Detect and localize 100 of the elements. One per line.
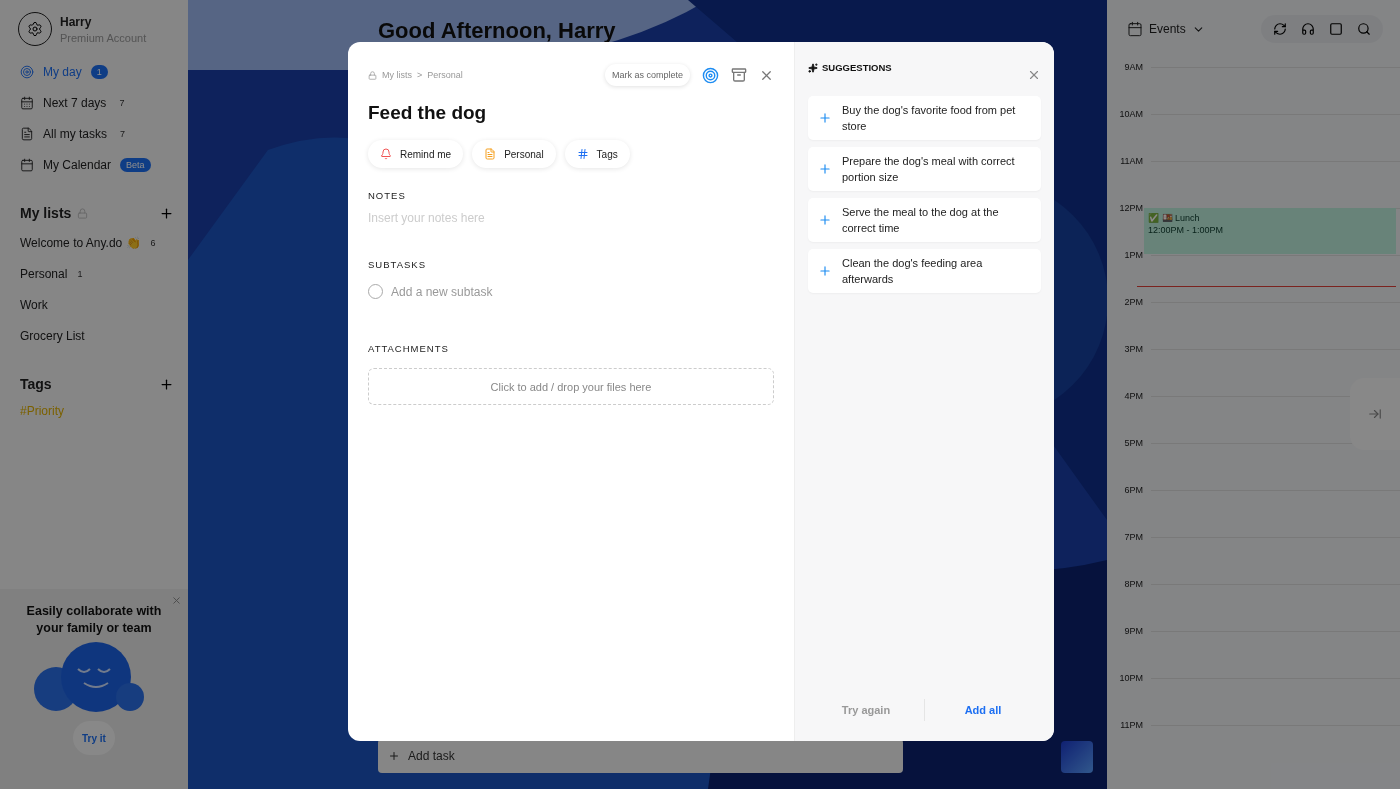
- hour-label: 10AM: [1118, 109, 1143, 119]
- list-item[interactable]: Welcome to Any.do 👏 6: [20, 233, 188, 253]
- hash-icon: [576, 148, 589, 160]
- arrow-right-icon: [1368, 407, 1382, 421]
- suggestion-card[interactable]: Prepare the dog's meal with correct portion size: [808, 147, 1041, 191]
- nav-label: All my tasks: [43, 127, 107, 141]
- item-count: 7: [119, 98, 125, 108]
- section-heading: NOTES: [368, 190, 407, 201]
- bell-icon: [380, 148, 392, 160]
- target-icon: [702, 66, 719, 84]
- calendar-icon: [20, 158, 34, 172]
- list-label: Grocery List: [20, 329, 85, 343]
- add-list-button[interactable]: [159, 205, 174, 221]
- event-time: 12:00PM - 1:00PM: [1148, 224, 1225, 236]
- suggestion-text: Buy the dog's favorite food from pet store: [842, 103, 1017, 134]
- breadcrumb-link[interactable]: Personal: [427, 70, 463, 80]
- archive-button[interactable]: [731, 67, 747, 83]
- try-again-button[interactable]: Try again: [808, 703, 924, 717]
- add-task-placeholder: Add task: [408, 749, 455, 763]
- chip-button[interactable]: Remind me: [368, 140, 464, 168]
- suggestion-text: Clean the dog's feeding area afterwards: [842, 256, 984, 287]
- nav-item[interactable]: My Calendar Beta: [20, 155, 188, 175]
- add-all-button[interactable]: Add all: [925, 703, 1041, 717]
- try-it-button[interactable]: Try it: [73, 721, 115, 755]
- plus-icon: [818, 111, 832, 125]
- target-icon: [20, 65, 34, 79]
- calendar-icon: [20, 96, 34, 110]
- suggestion-text: Prepare the dog's meal with correct portion size: [842, 154, 1016, 185]
- hour-label: 1PM: [1123, 250, 1143, 260]
- hour-label: 3PM: [1123, 344, 1143, 354]
- user-name: Harry: [60, 14, 93, 29]
- sync-icon[interactable]: [1273, 22, 1287, 36]
- item-count: 7: [120, 129, 126, 139]
- nav-item[interactable]: My day 1: [20, 62, 188, 82]
- chip-button[interactable]: Tags: [564, 140, 630, 168]
- breadcrumb-link[interactable]: My lists: [382, 70, 412, 80]
- list-item[interactable]: Grocery List: [20, 326, 188, 346]
- plus-icon: [818, 162, 832, 176]
- add-tag-button[interactable]: [159, 376, 174, 392]
- nav-label: My day: [43, 65, 82, 79]
- task-title: Feed the dog: [368, 102, 488, 124]
- hour-label: 2PM: [1123, 297, 1143, 307]
- event-title: ✅ 🍱 Lunch: [1148, 212, 1201, 224]
- item-count: 6: [150, 238, 156, 248]
- search-icon[interactable]: [1357, 22, 1371, 36]
- hour-label: 11AM: [1119, 156, 1143, 166]
- section-title: My lists: [20, 205, 72, 221]
- hour-label: 11PM: [1119, 720, 1143, 730]
- suggestion-card[interactable]: Clean the dog's feeding area afterwards: [808, 249, 1041, 293]
- hour-label: 4PM: [1123, 391, 1143, 401]
- chip-button[interactable]: Personal: [472, 140, 556, 168]
- nav-item[interactable]: All my tasks 7: [20, 124, 188, 144]
- nav-item[interactable]: Next 7 days 7: [20, 93, 188, 113]
- close-button[interactable]: [1027, 68, 1041, 82]
- hour-label: 9PM: [1123, 626, 1143, 636]
- plus-icon: [388, 750, 400, 762]
- plus-icon: [818, 213, 832, 227]
- section-heading: SUBTASKS: [368, 259, 427, 270]
- add-task-field[interactable]: Add task: [378, 739, 903, 773]
- section-heading: ATTACHMENTS: [368, 343, 450, 354]
- greeting-title: Good Afternoon, Harry: [378, 18, 617, 44]
- archive-icon: [731, 67, 747, 83]
- headset-icon[interactable]: [1301, 22, 1315, 36]
- file-drop-zone[interactable]: Click to add / drop your files here: [368, 368, 774, 405]
- hour-label: 5PM: [1123, 438, 1143, 448]
- document-icon: [484, 148, 497, 160]
- plus-icon: [818, 264, 832, 278]
- suggestion-card[interactable]: Buy the dog's favorite food from pet store: [808, 96, 1041, 140]
- promo-title: Easily collaborate with your family or team: [25, 603, 163, 637]
- hour-label: 7PM: [1123, 532, 1143, 542]
- suggestion-text: Serve the meal to the dog at the correct time: [842, 205, 1000, 236]
- sparkle-icon: [808, 62, 818, 73]
- lock-icon: [368, 70, 377, 80]
- list-label: Work: [20, 298, 48, 312]
- list-label: Welcome to Any.do 👏: [20, 236, 141, 250]
- list-label: Personal: [20, 267, 68, 281]
- calendar-icon: [1127, 21, 1143, 37]
- hour-label: 10PM: [1118, 673, 1143, 683]
- lock-icon: [77, 207, 89, 219]
- hour-label: 8PM: [1123, 579, 1143, 589]
- count-badge: 1: [90, 65, 108, 79]
- hour-label: 6PM: [1123, 485, 1143, 495]
- nav-label: Next 7 days: [43, 96, 107, 110]
- item-count: 1: [77, 269, 83, 279]
- beta-badge: Beta: [120, 158, 151, 172]
- calendar-event[interactable]: ✅ 🍱 Lunch 12:00PM - 1:00PM: [1144, 208, 1396, 254]
- close-icon: [1027, 68, 1041, 82]
- hour-label: 12PM: [1118, 203, 1143, 213]
- view-selector[interactable]: Events: [1127, 21, 1205, 37]
- nav-label: My Calendar: [43, 158, 112, 172]
- hour-label: 9AM: [1123, 62, 1143, 72]
- gear-icon: [27, 21, 43, 37]
- breadcrumb-separator: >: [417, 70, 423, 80]
- square-icon[interactable]: [1329, 22, 1343, 36]
- section-title: Tags: [20, 376, 52, 392]
- suggestion-card[interactable]: Serve the meal to the dog at the correct time: [808, 198, 1041, 242]
- list-item[interactable]: Work: [20, 295, 188, 315]
- my-day-button[interactable]: [702, 66, 719, 84]
- list-item[interactable]: Personal 1: [20, 264, 188, 284]
- mark-complete-button[interactable]: Mark as complete: [604, 64, 690, 86]
